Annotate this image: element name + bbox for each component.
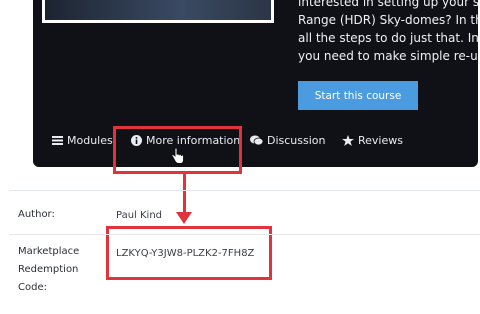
label-line: Code: — [18, 282, 47, 293]
tab-label: Modules — [67, 134, 113, 147]
tab-modules[interactable]: Modules — [52, 134, 113, 147]
description-line: you need to make simple re-usab — [298, 49, 478, 63]
description-line: all the steps to do just that. In no — [298, 31, 478, 45]
list-icon — [52, 136, 63, 145]
tab-reviews[interactable]: Reviews — [342, 134, 403, 147]
tab-label: Reviews — [358, 134, 403, 147]
label-line: Redemption — [18, 264, 79, 275]
course-hero: interested in setting up your sce Range … — [33, 0, 478, 167]
description-line: interested in setting up your sce — [298, 0, 478, 9]
author-label: Author: — [18, 209, 55, 220]
divider — [9, 190, 480, 191]
course-description: interested in setting up your sce Range … — [298, 0, 478, 65]
callout-arrow-head — [176, 212, 192, 224]
author-value[interactable]: Paul Kind — [116, 210, 162, 221]
redemption-code-label: Marketplace Redemption Code: — [18, 243, 79, 297]
course-thumbnail — [42, 0, 274, 23]
star-icon — [342, 135, 354, 146]
redemption-code-value[interactable]: LZKYQ-Y3JW8-PLZK2-7FH8Z — [116, 248, 254, 259]
tab-discussion[interactable]: Discussion — [250, 134, 326, 147]
chat-icon — [250, 135, 263, 146]
course-tabs: Modules More information Discussion Revi… — [33, 131, 478, 153]
divider — [9, 234, 480, 235]
start-course-button[interactable]: Start this course — [298, 81, 418, 110]
label-line: Marketplace — [18, 246, 80, 257]
more-information-highlight — [113, 126, 242, 174]
description-line: Range (HDR) Sky-domes? In this — [298, 13, 478, 27]
callout-arrow — [183, 174, 186, 214]
tab-label: Discussion — [267, 134, 326, 147]
